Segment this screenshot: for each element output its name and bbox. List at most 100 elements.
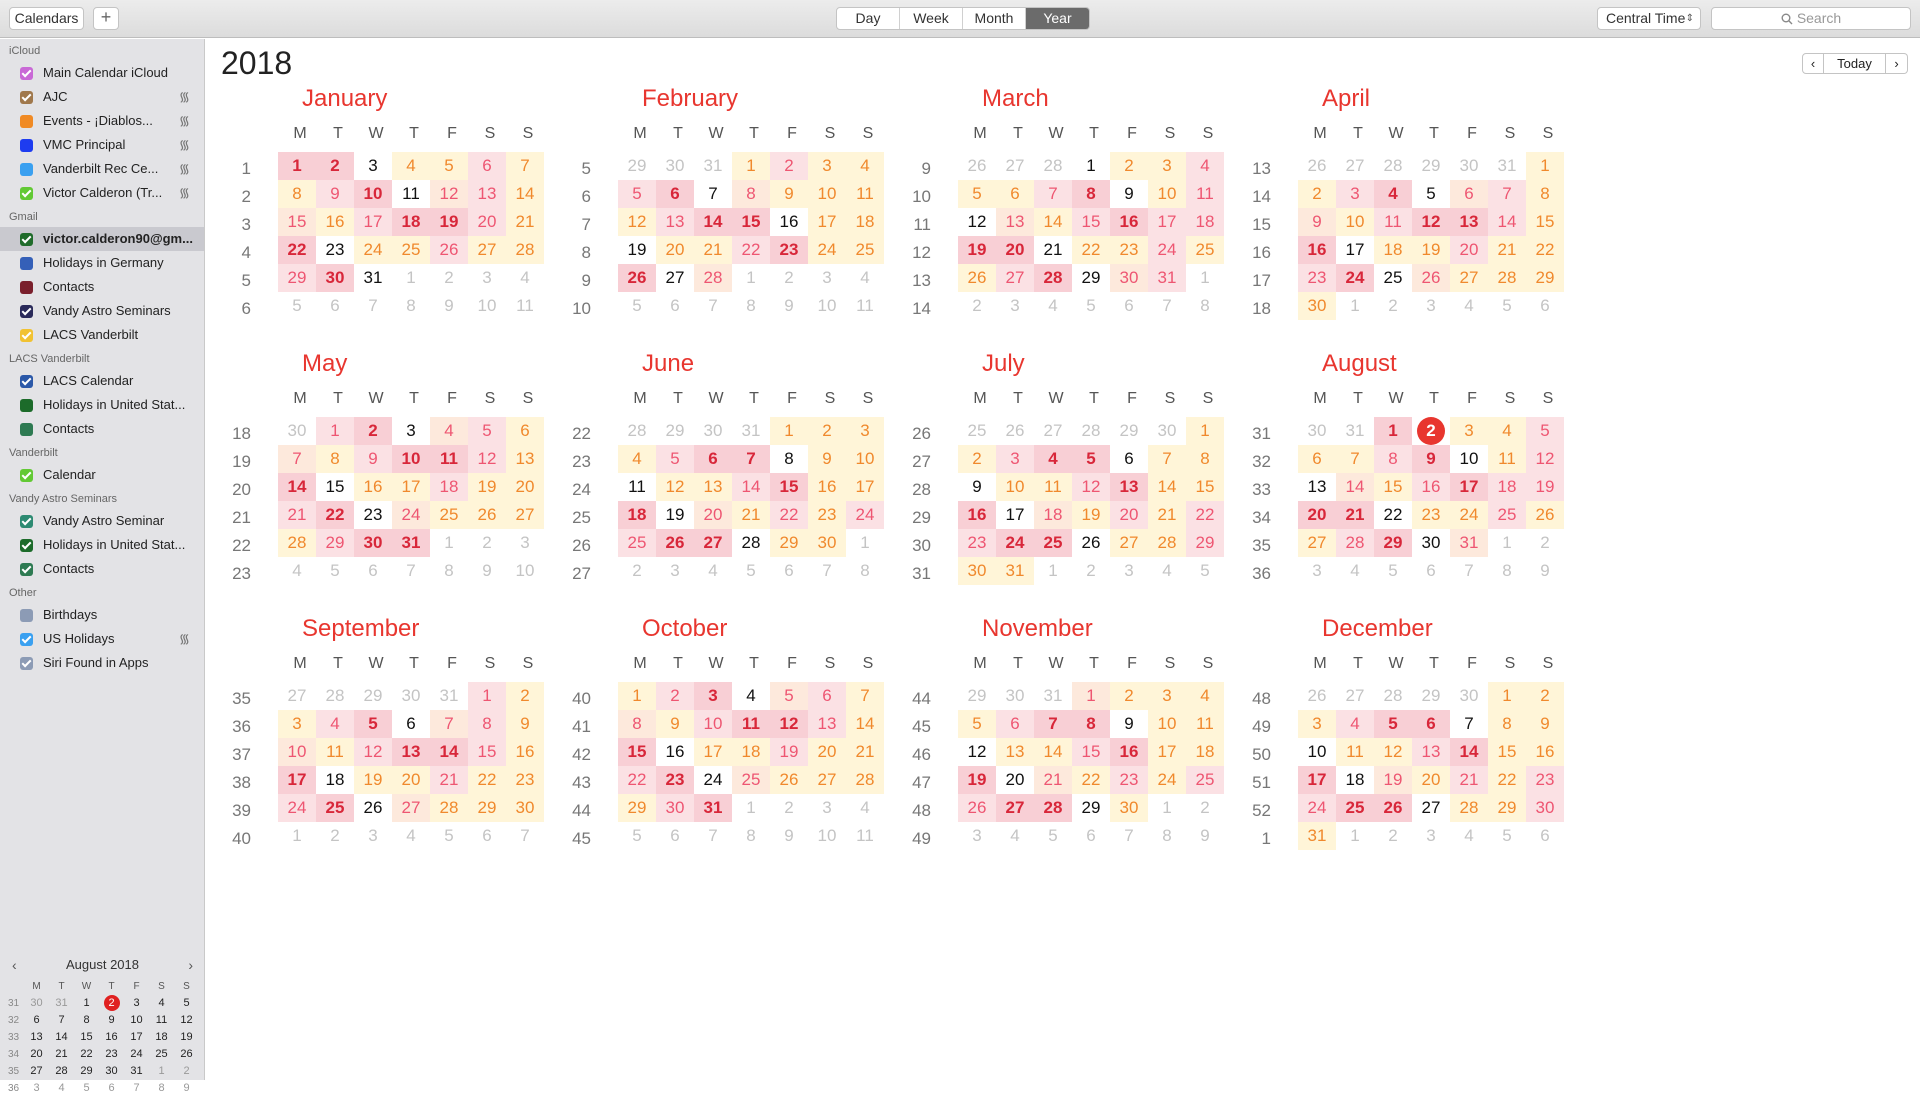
day-cell[interactable]: 6	[656, 292, 694, 320]
day-cell[interactable]: 25	[958, 417, 996, 445]
day-cell[interactable]: 24	[1336, 264, 1374, 292]
day-cell[interactable]: 12	[618, 208, 656, 236]
day-cell[interactable]: 25	[392, 236, 430, 264]
day-cell[interactable]: 2	[1526, 529, 1564, 557]
day-cell[interactable]: 30	[316, 264, 354, 292]
day-cell[interactable]: 27	[996, 264, 1034, 292]
day-cell[interactable]: 21	[694, 236, 732, 264]
day-cell[interactable]: 5	[1412, 180, 1450, 208]
mini-day[interactable]: 3	[24, 1080, 49, 1097]
day-cell[interactable]: 28	[1034, 794, 1072, 822]
day-cell[interactable]: 3	[694, 682, 732, 710]
mini-day[interactable]: 31	[49, 995, 74, 1012]
day-cell[interactable]: 2	[1072, 557, 1110, 585]
day-cell[interactable]: 2	[618, 557, 656, 585]
day-cell[interactable]: 8	[1488, 710, 1526, 738]
day-cell[interactable]: 8	[846, 557, 884, 585]
day-cell[interactable]: 6	[770, 557, 808, 585]
day-cell[interactable]: 20	[808, 738, 846, 766]
day-cell[interactable]: 18	[1336, 766, 1374, 794]
day-cell[interactable]: 20	[656, 236, 694, 264]
day-cell[interactable]: 5	[656, 445, 694, 473]
day-cell[interactable]: 2	[770, 264, 808, 292]
day-cell[interactable]: 28	[506, 236, 544, 264]
mini-day[interactable]: 22	[74, 1046, 99, 1063]
day-cell[interactable]: 3	[1110, 557, 1148, 585]
day-cell[interactable]: 5	[1374, 710, 1412, 738]
day-cell[interactable]: 29	[316, 529, 354, 557]
day-cell[interactable]: 28	[694, 264, 732, 292]
day-cell[interactable]: 4	[1488, 417, 1526, 445]
month-name[interactable]: August	[1322, 350, 1397, 378]
day-cell[interactable]: 8	[1186, 292, 1224, 320]
day-cell[interactable]: 29	[1412, 152, 1450, 180]
day-cell[interactable]: 4	[316, 710, 354, 738]
mini-day[interactable]: 6	[99, 1080, 124, 1097]
day-cell[interactable]: 15	[1072, 208, 1110, 236]
day-cell[interactable]: 8	[732, 292, 770, 320]
day-cell[interactable]: 31	[1034, 682, 1072, 710]
calendar-item[interactable]: Vanderbilt Rec Ce... ᯾	[0, 157, 204, 181]
day-cell[interactable]: 14	[278, 473, 316, 501]
calendar-item[interactable]: Holidays in United Stat...	[0, 533, 204, 557]
day-cell[interactable]: 11	[732, 710, 770, 738]
day-cell[interactable]: 3	[996, 292, 1034, 320]
day-cell[interactable]: 4	[846, 264, 884, 292]
day-cell[interactable]: 19	[468, 473, 506, 501]
calendar-checkbox[interactable]	[20, 539, 33, 552]
day-cell[interactable]: 3	[996, 445, 1034, 473]
view-month-button[interactable]: Month	[963, 8, 1026, 29]
mini-next-icon[interactable]: ›	[188, 954, 193, 976]
mini-day[interactable]: 5	[74, 1080, 99, 1097]
day-cell[interactable]: 30	[958, 557, 996, 585]
month-name[interactable]: October	[642, 615, 727, 643]
day-cell[interactable]: 17	[1148, 208, 1186, 236]
day-cell[interactable]: 28	[430, 794, 468, 822]
day-cell[interactable]: 22	[1526, 236, 1564, 264]
day-cell[interactable]: 5	[1526, 417, 1564, 445]
day-cell[interactable]: 1	[1072, 682, 1110, 710]
calendar-checkbox[interactable]	[20, 67, 33, 80]
day-cell[interactable]: 6	[1110, 292, 1148, 320]
day-cell[interactable]: 5	[1488, 292, 1526, 320]
day-cell[interactable]: 3	[808, 264, 846, 292]
timezone-select[interactable]: Central Time ⇕	[1597, 7, 1701, 30]
day-cell[interactable]: 14	[430, 738, 468, 766]
day-cell[interactable]: 28	[732, 529, 770, 557]
day-cell[interactable]: 5	[1374, 557, 1412, 585]
calendar-item[interactable]: Contacts	[0, 557, 204, 581]
day-cell[interactable]: 24	[694, 766, 732, 794]
calendar-checkbox[interactable]	[20, 163, 33, 176]
day-cell[interactable]: 12	[958, 208, 996, 236]
day-cell[interactable]: 7	[354, 292, 392, 320]
day-cell[interactable]: 26	[770, 766, 808, 794]
day-cell[interactable]: 17	[354, 208, 392, 236]
day-cell[interactable]: 3	[846, 417, 884, 445]
day-cell[interactable]: 4	[278, 557, 316, 585]
calendar-checkbox[interactable]	[20, 657, 33, 670]
day-cell[interactable]: 8	[316, 445, 354, 473]
day-cell[interactable]: 28	[1072, 417, 1110, 445]
day-cell[interactable]: 31	[430, 682, 468, 710]
day-cell[interactable]: 23	[1298, 264, 1336, 292]
day-cell[interactable]: 13	[392, 738, 430, 766]
day-cell[interactable]: 6	[468, 822, 506, 850]
month-name[interactable]: April	[1322, 85, 1370, 113]
calendar-item[interactable]: Vandy Astro Seminars	[0, 299, 204, 323]
calendar-checkbox[interactable]	[20, 375, 33, 388]
day-cell[interactable]: 27	[392, 794, 430, 822]
day-cell[interactable]: 26	[618, 264, 656, 292]
day-cell[interactable]: 9	[1186, 822, 1224, 850]
day-cell[interactable]: 2	[958, 292, 996, 320]
day-cell[interactable]: 11	[618, 473, 656, 501]
day-cell[interactable]: 6	[1072, 822, 1110, 850]
day-cell[interactable]: 2	[468, 529, 506, 557]
day-cell[interactable]: 17	[392, 473, 430, 501]
day-cell[interactable]: 12	[1526, 445, 1564, 473]
mini-day[interactable]: 28	[49, 1063, 74, 1080]
mini-day[interactable]: 1	[149, 1063, 174, 1080]
day-cell[interactable]: 16	[354, 473, 392, 501]
calendar-item[interactable]: victor.calderon90@gm...	[0, 227, 204, 251]
day-cell[interactable]: 18	[1374, 236, 1412, 264]
day-cell[interactable]: 28	[1374, 152, 1412, 180]
